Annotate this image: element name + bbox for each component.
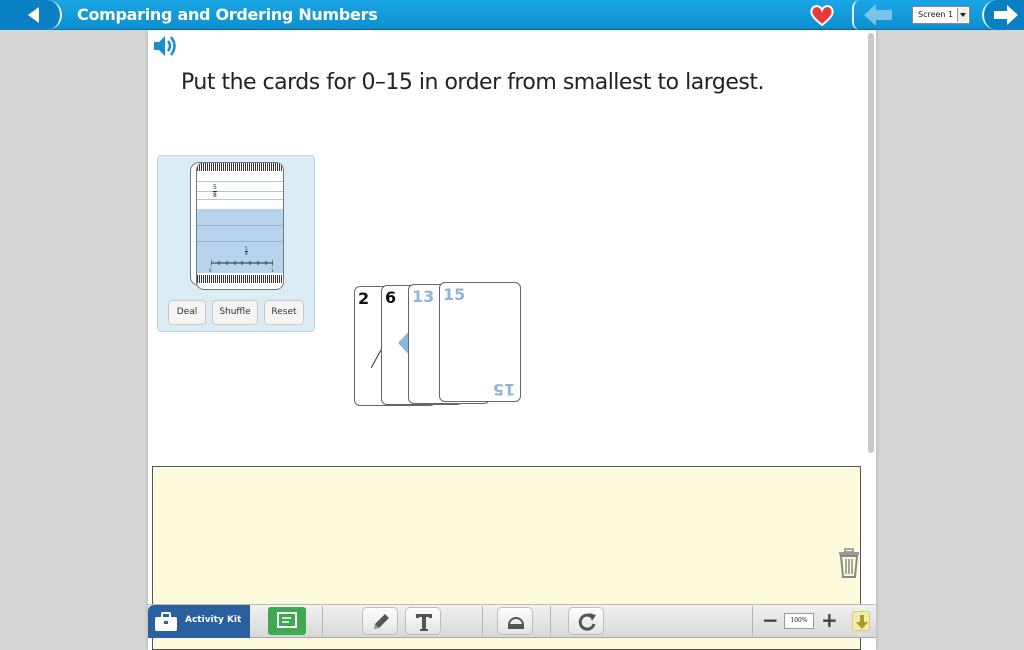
whiteboard-button[interactable] — [268, 607, 306, 635]
card-line — [197, 225, 283, 226]
fraction-denominator: 8 — [213, 191, 217, 199]
toolbar-divider — [752, 606, 753, 636]
zoom-in-button[interactable]: + — [821, 610, 838, 630]
briefcase-icon — [155, 612, 177, 631]
tick-label-end: 1 — [271, 268, 274, 273]
tick-label-start: 0 — [209, 268, 212, 273]
trash-icon[interactable] — [838, 548, 860, 578]
toolbar-divider — [550, 606, 551, 636]
deck-top-card: 5 8 5 8 0 1 — [196, 162, 284, 290]
card-deck[interactable]: 5 8 5 8 0 1 — [190, 162, 284, 292]
fraction-label: 5 8 — [213, 184, 217, 199]
next-arrow-icon — [994, 5, 1018, 25]
small-fraction-denominator: 8 — [245, 251, 248, 256]
page-scrollbar[interactable] — [868, 33, 874, 453]
screen-select-value: Screen 1 — [918, 10, 954, 19]
activity-kit-button[interactable]: Activity Kit — [148, 605, 250, 638]
pencil-icon — [374, 614, 389, 629]
activity-kit-label: Activity Kit — [185, 615, 242, 625]
zoom-level-field[interactable]: 100% — [784, 613, 814, 629]
card-hatch-top — [197, 163, 283, 171]
card-line — [197, 191, 283, 192]
back-arrow-icon — [28, 7, 39, 23]
number-line-fraction: 5 8 — [245, 247, 248, 256]
eraser-tool-button[interactable] — [497, 607, 533, 635]
card-hatch-bottom — [197, 275, 283, 283]
card-number: 2 — [358, 289, 370, 308]
toolbar-divider — [322, 606, 323, 636]
screen-select[interactable]: Screen 1 — [912, 6, 970, 24]
speaker-icon[interactable] — [152, 34, 178, 58]
prev-arrow-icon[interactable] — [864, 4, 894, 26]
number-card-15[interactable]: 15 15 — [439, 282, 521, 402]
next-button[interactable] — [982, 0, 1024, 30]
card-number: 15 — [443, 285, 466, 304]
card-number-rotated: 15 — [492, 380, 515, 399]
zoom-out-button[interactable]: − — [762, 610, 779, 630]
heart-icon[interactable] — [810, 4, 834, 26]
card-line — [197, 199, 283, 200]
toolbar-divider — [482, 606, 483, 636]
instructions-text: Put the cards for 0–15 in order from sma… — [181, 70, 764, 95]
down-arrow-icon — [856, 615, 868, 629]
eraser-icon — [507, 617, 525, 629]
card-line — [197, 241, 283, 242]
fraction-numerator: 5 — [213, 184, 217, 191]
app-title: Comparing and Ordering Numbers — [77, 5, 378, 24]
deal-button[interactable]: Deal — [168, 300, 206, 325]
refresh-tool-button[interactable] — [568, 607, 604, 635]
refresh-icon — [578, 613, 596, 631]
collapse-toolbar-button[interactable] — [852, 611, 870, 631]
text-icon — [416, 614, 432, 631]
pencil-tool-button[interactable] — [362, 607, 398, 635]
number-line — [211, 260, 273, 266]
top-bar: Comparing and Ordering Numbers Screen 1 — [0, 0, 1024, 30]
card-number: 13 — [412, 287, 435, 306]
reset-button[interactable]: Reset — [264, 300, 304, 325]
text-tool-button[interactable] — [405, 607, 441, 635]
header-divider — [852, 0, 860, 30]
back-button[interactable] — [0, 0, 62, 30]
shuffle-button[interactable]: Shuffle — [212, 300, 258, 325]
card-number: 6 — [385, 288, 397, 307]
card-line — [197, 181, 283, 182]
screen-icon — [277, 612, 297, 628]
chevron-down-icon — [957, 8, 968, 22]
